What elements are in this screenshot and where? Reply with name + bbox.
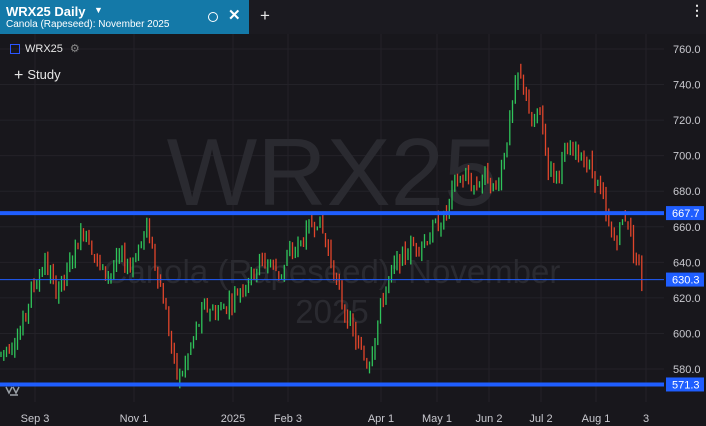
y-tick-label: 660.0 bbox=[673, 222, 701, 234]
series-color-swatch[interactable] bbox=[10, 43, 20, 54]
price-chart[interactable]: WRX25Canola (Rapeseed): November2025667.… bbox=[0, 0, 706, 426]
watermark-year: 2025 bbox=[295, 293, 368, 330]
x-tick-label: Jul 2 bbox=[529, 413, 552, 425]
y-tick-label: 740.0 bbox=[673, 80, 701, 92]
y-tick-label: 680.0 bbox=[673, 186, 701, 198]
y-tick-label: 760.0 bbox=[673, 44, 701, 56]
y-tick-label: 620.0 bbox=[673, 293, 701, 305]
price-tag-label: 571.3 bbox=[672, 379, 700, 391]
x-tick-label: Feb 3 bbox=[274, 413, 302, 425]
y-tick-label: 700.0 bbox=[673, 151, 701, 163]
x-tick-label: Aug 1 bbox=[582, 413, 611, 425]
watermark-symbol: WRX25 bbox=[167, 119, 498, 226]
y-tick-label: 720.0 bbox=[673, 115, 701, 127]
price-tag-label: 630.3 bbox=[672, 275, 700, 287]
x-tick-label: 3 bbox=[643, 413, 649, 425]
y-tick-label: 640.0 bbox=[673, 257, 701, 269]
logo-icon bbox=[5, 386, 20, 396]
study-label: Study bbox=[27, 67, 61, 82]
x-tick-label: Apr 1 bbox=[368, 413, 394, 425]
x-tick-label: May 1 bbox=[422, 413, 452, 425]
gear-icon[interactable]: ⚙ bbox=[70, 42, 80, 55]
x-tick-label: Sep 3 bbox=[21, 413, 50, 425]
price-tag-label: 667.7 bbox=[672, 208, 700, 220]
add-study-button[interactable]: + Study bbox=[14, 66, 61, 84]
legend-symbol: WRX25 bbox=[25, 42, 63, 55]
series-legend[interactable]: WRX25 ⚙ bbox=[10, 42, 80, 55]
watermark-name: Canola (Rapeseed): November bbox=[104, 253, 561, 290]
x-tick-label: Nov 1 bbox=[120, 413, 149, 425]
y-tick-label: 580.0 bbox=[673, 364, 701, 376]
x-tick-label: Jun 2 bbox=[476, 413, 503, 425]
y-tick-label: 600.0 bbox=[673, 328, 701, 340]
x-tick-label: 2025 bbox=[221, 413, 245, 425]
plus-icon: + bbox=[14, 67, 24, 84]
